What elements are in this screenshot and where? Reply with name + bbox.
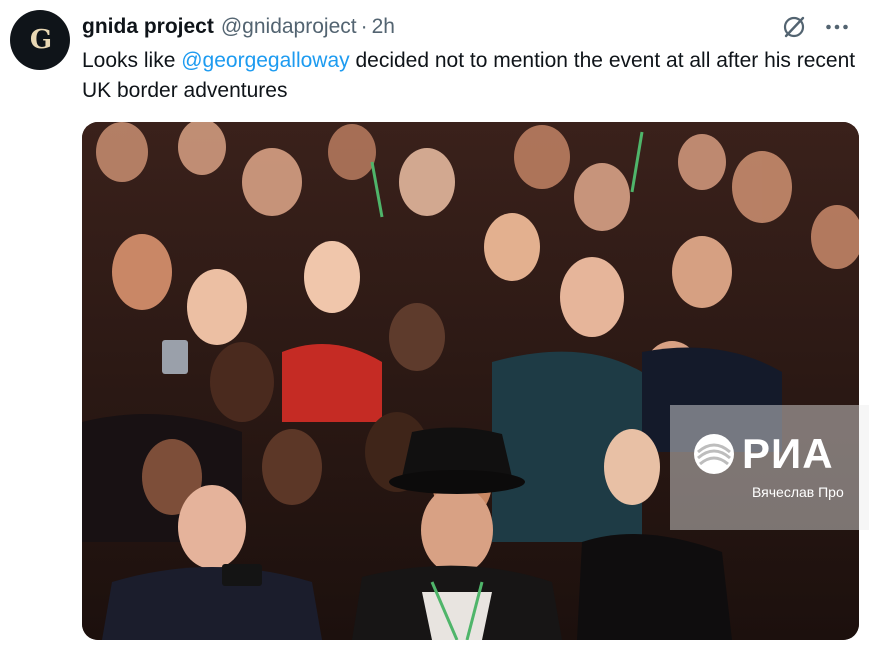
watermark-credit: Вячеслав Про bbox=[752, 484, 844, 500]
grok-icon[interactable] bbox=[781, 14, 807, 40]
more-options-icon[interactable] bbox=[825, 23, 849, 31]
tweet-text: Looks like @georgegalloway decided not t… bbox=[82, 46, 862, 106]
separator-dot: · bbox=[360, 15, 368, 38]
header-actions bbox=[781, 12, 849, 42]
tweet-text-prefix: Looks like bbox=[82, 49, 182, 72]
tweet-photo[interactable] bbox=[82, 122, 859, 640]
crowd-photo bbox=[82, 122, 859, 640]
tweet-header: gnida project @gnidaproject · 2h bbox=[82, 12, 857, 42]
author-name[interactable]: gnida project bbox=[82, 15, 214, 39]
avatar[interactable]: G bbox=[10, 10, 70, 70]
author-handle[interactable]: @gnidaproject bbox=[221, 15, 357, 39]
tweet[interactable]: G gnida project @gnidaproject · 2h Looks bbox=[0, 0, 869, 645]
mention-link[interactable]: @georgegalloway bbox=[181, 49, 349, 72]
ria-watermark: РИА bbox=[692, 430, 834, 478]
ria-logo-icon bbox=[694, 434, 734, 474]
timestamp[interactable]: 2h bbox=[372, 15, 395, 39]
gnida-logo-icon: G bbox=[29, 25, 52, 55]
watermark-logo-text: РИА bbox=[742, 430, 834, 477]
